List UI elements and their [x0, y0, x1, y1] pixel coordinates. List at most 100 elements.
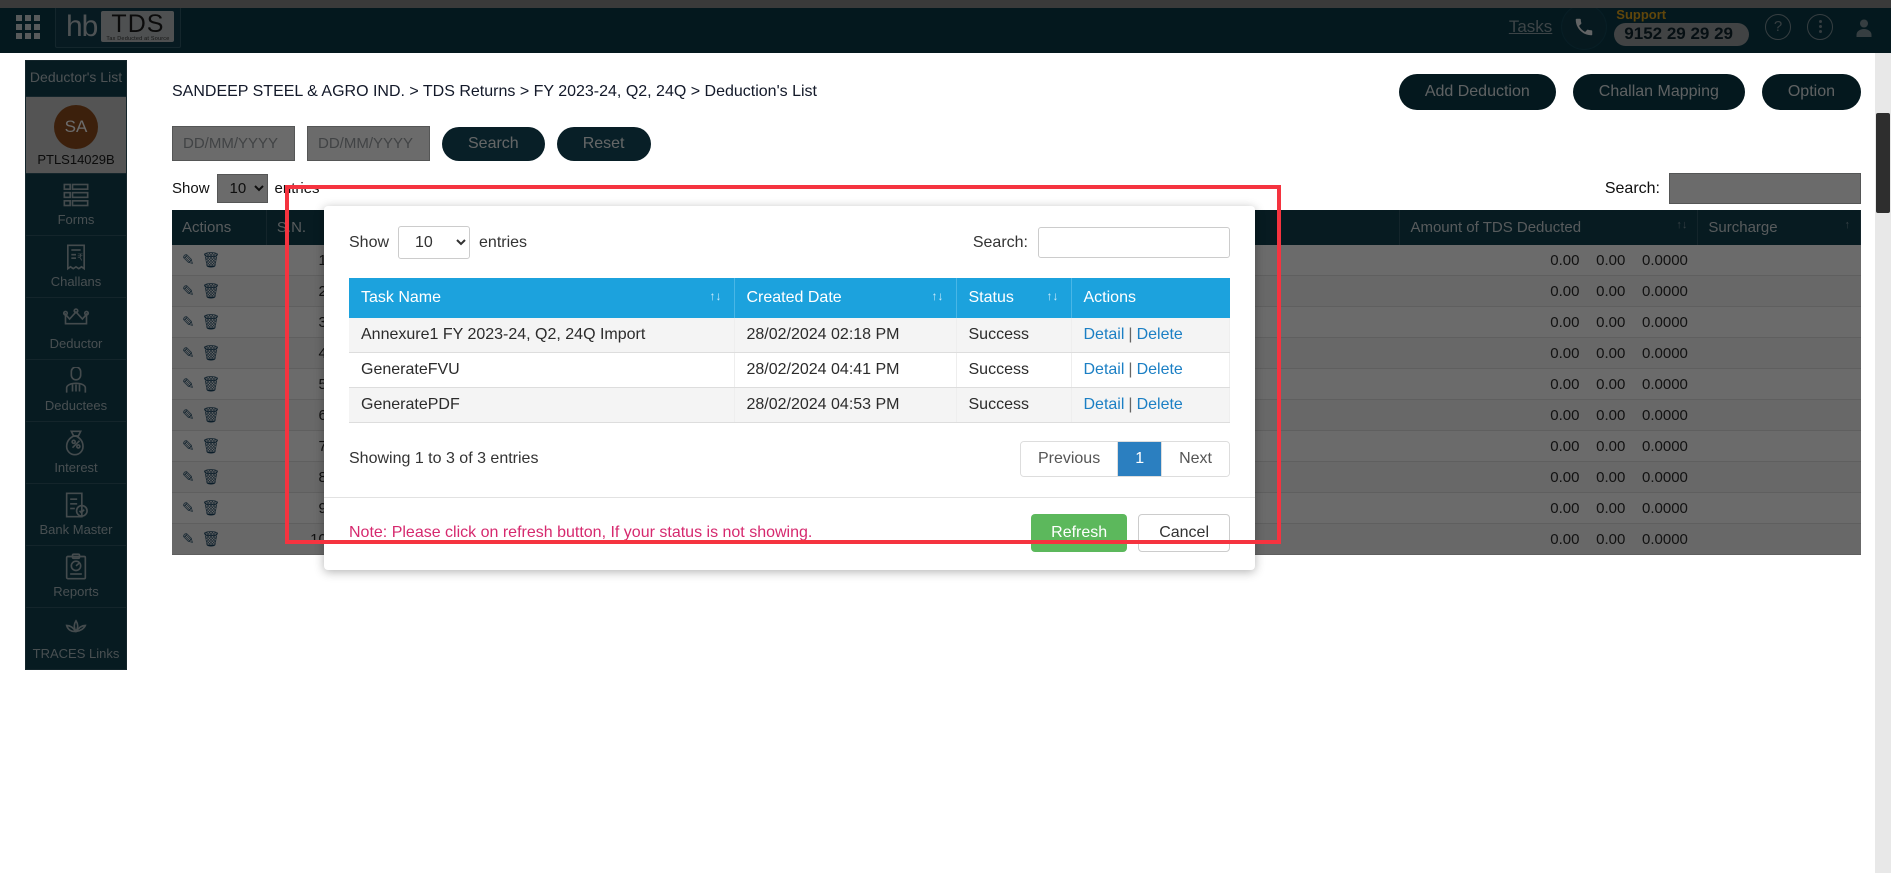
- bank-document-icon: [65, 492, 88, 518]
- sidebar-item-deductor[interactable]: Deductor: [26, 298, 126, 360]
- task-col-actions: Actions: [1071, 278, 1230, 318]
- pagination-page-1[interactable]: 1: [1118, 442, 1163, 476]
- help-icon-glyph: ?: [1773, 18, 1783, 35]
- modal-show-entries: Show 10 entries: [349, 226, 527, 259]
- col-surcharge[interactable]: Surcharge ↑: [1697, 210, 1861, 245]
- row-amount-1: 0.00 0.00 0.0000: [1399, 245, 1698, 276]
- row-surcharge: [1697, 275, 1861, 307]
- sort-icon[interactable]: ↑↓: [1676, 219, 1687, 231]
- task-col-task-name[interactable]: Task Name ↑↓: [349, 278, 735, 318]
- delete-icon[interactable]: 🗑: [202, 314, 221, 331]
- row-surcharge: [1697, 245, 1861, 276]
- date-to-input[interactable]: [307, 126, 430, 161]
- task-table-head: Task Name ↑↓ Created Date ↑↓ Status ↑↓ Acti…: [349, 278, 1230, 318]
- delete-link[interactable]: Delete: [1137, 396, 1183, 413]
- refresh-button[interactable]: Refresh: [1031, 514, 1128, 552]
- delete-icon[interactable]: 🗑: [202, 283, 221, 300]
- apps-grid-icon[interactable]: [5, 14, 51, 39]
- app-logo[interactable]: hb TDS Tax Deducted at Source: [55, 5, 182, 48]
- edit-icon[interactable]: ✎: [182, 531, 195, 548]
- sidebar-item-bank-master[interactable]: Bank Master: [26, 484, 126, 546]
- cell-created-date: 28/02/2024 02:18 PM: [734, 318, 957, 353]
- task-col-created-date[interactable]: Created Date ↑↓: [734, 278, 957, 318]
- svg-text:₹: ₹: [77, 253, 83, 263]
- scrollbar-thumb[interactable]: [1876, 113, 1890, 213]
- delete-icon[interactable]: 🗑: [202, 345, 221, 362]
- row-amount-1: 0.00 0.00 0.0000: [1399, 306, 1698, 338]
- support-phone-number: 9152 29 29 29: [1614, 22, 1749, 46]
- page-search-input[interactable]: [1669, 173, 1861, 204]
- sidebar-item-challans[interactable]: ₹ Challans: [26, 236, 126, 298]
- edit-icon[interactable]: ✎: [182, 376, 195, 393]
- modal-page-size-select[interactable]: 10: [398, 226, 471, 259]
- sidebar-label-deductor: Deductor: [49, 336, 103, 351]
- add-deduction-button[interactable]: Add Deduction: [1398, 74, 1556, 110]
- tasks-link[interactable]: Tasks: [1509, 17, 1552, 37]
- sort-icon[interactable]: ↑: [1845, 219, 1851, 231]
- task-col-created-date-label: Created Date: [746, 289, 842, 306]
- sort-icon[interactable]: ↑↓: [932, 289, 944, 303]
- cell-actions: Detail | Delete: [1071, 352, 1230, 388]
- detail-link[interactable]: Detail: [1084, 326, 1125, 343]
- table-controls-row: Show 10 entries Search:: [150, 161, 1883, 210]
- cell-created-date: 28/02/2024 04:41 PM: [734, 352, 957, 388]
- detail-link[interactable]: Detail: [1084, 361, 1125, 378]
- help-icon[interactable]: ?: [1765, 13, 1791, 40]
- delete-icon[interactable]: 🗑: [202, 407, 221, 424]
- date-from-input[interactable]: [172, 126, 295, 161]
- edit-icon[interactable]: ✎: [182, 345, 195, 362]
- task-col-status[interactable]: Status ↑↓: [956, 278, 1072, 318]
- sidebar-item-deductees[interactable]: Deductees: [26, 360, 126, 422]
- edit-icon[interactable]: ✎: [182, 252, 195, 269]
- pagination-previous[interactable]: Previous: [1020, 442, 1119, 476]
- breadcrumb[interactable]: SANDEEP STEEL & AGRO IND. > TDS Returns …: [172, 83, 817, 101]
- table-row: GeneratePDF 28/02/2024 04:53 PM Success Det…: [349, 387, 1230, 423]
- delete-link[interactable]: Delete: [1137, 361, 1183, 378]
- reset-button[interactable]: Reset: [556, 126, 651, 161]
- edit-icon[interactable]: ✎: [182, 500, 195, 517]
- user-avatar-icon[interactable]: [1851, 14, 1877, 40]
- sort-icon[interactable]: ↑↓: [710, 289, 722, 303]
- support-label: Support: [1616, 6, 1667, 22]
- cancel-button[interactable]: Cancel: [1138, 514, 1230, 552]
- delete-icon[interactable]: 🗑: [202, 500, 221, 517]
- phone-icon[interactable]: [1562, 4, 1607, 49]
- search-button[interactable]: Search: [442, 126, 545, 161]
- delete-icon[interactable]: 🗑: [202, 469, 221, 486]
- row-amount-1: 0.00 0.00 0.0000: [1399, 492, 1698, 524]
- delete-icon[interactable]: 🗑: [202, 376, 221, 393]
- person-icon: [65, 367, 87, 393]
- edit-icon[interactable]: ✎: [182, 469, 195, 486]
- pagination-next[interactable]: Next: [1162, 442, 1229, 476]
- row-actions: ✎ 🗑: [172, 368, 267, 400]
- page-scrollbar[interactable]: [1875, 53, 1891, 873]
- delete-icon[interactable]: 🗑: [202, 531, 221, 548]
- more-vertical-icon[interactable]: [1807, 13, 1833, 40]
- edit-icon[interactable]: ✎: [182, 407, 195, 424]
- page-size-select[interactable]: 10: [216, 174, 268, 203]
- edit-icon[interactable]: ✎: [182, 283, 195, 300]
- modal-controls-row: Show 10 entries Search:: [349, 226, 1230, 259]
- row-surcharge: [1697, 306, 1861, 338]
- sidebar-item-interest[interactable]: Interest: [26, 422, 126, 484]
- col-actions[interactable]: Actions: [172, 210, 267, 245]
- task-header-row: Task Name ↑↓ Created Date ↑↓ Status ↑↓ Acti…: [349, 278, 1230, 318]
- challan-mapping-button[interactable]: Challan Mapping: [1572, 74, 1745, 110]
- action-separator: |: [1128, 326, 1133, 343]
- sidebar-active-deductor[interactable]: SA PTLS14029B: [26, 97, 126, 174]
- delete-icon[interactable]: 🗑: [202, 252, 221, 269]
- modal-body: Show 10 entries Search: Task Name ↑↓ Crea…: [324, 206, 1255, 497]
- edit-icon[interactable]: ✎: [182, 438, 195, 455]
- edit-icon[interactable]: ✎: [182, 314, 195, 331]
- sort-icon[interactable]: ↑↓: [1047, 289, 1059, 303]
- delete-icon[interactable]: 🗑: [202, 438, 221, 455]
- detail-link[interactable]: Detail: [1084, 396, 1125, 413]
- sidebar-item-reports[interactable]: Reports: [26, 546, 126, 608]
- sidebar-item-traces-links[interactable]: TRACES Links: [26, 608, 126, 669]
- logo-hb-text: hb: [66, 9, 98, 43]
- col-amount-tds-deducted[interactable]: Amount of TDS Deducted ↑↓: [1399, 210, 1699, 245]
- sidebar-item-forms[interactable]: Forms: [26, 174, 126, 236]
- delete-link[interactable]: Delete: [1137, 326, 1183, 343]
- modal-search-input[interactable]: [1038, 227, 1230, 258]
- option-button[interactable]: Option: [1761, 74, 1861, 110]
